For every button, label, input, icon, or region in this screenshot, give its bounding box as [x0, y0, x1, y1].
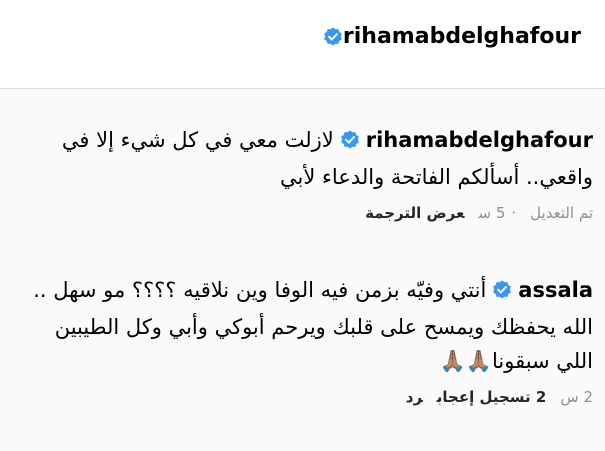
header-username[interactable]: rihamabdelghafour	[343, 24, 581, 49]
see-translation-button[interactable]: عرض الترجمة	[365, 204, 464, 222]
comment-username[interactable]: assala	[518, 278, 593, 302]
comment-item: rihamabdelghafourلازلت معي في كل شيء إلا…	[18, 123, 593, 222]
post-header: rihamabdelghafour	[0, 0, 605, 89]
meta-separator: ·	[511, 204, 517, 222]
comment-meta: 2 س 2 تسجيل إعجاب رد	[18, 388, 593, 406]
comment-username[interactable]: rihamabdelghafour	[366, 128, 593, 152]
verified-badge-icon	[340, 126, 360, 160]
likes-count[interactable]: 2 تسجيل إعجاب	[437, 388, 547, 406]
comment-body: rihamabdelghafourلازلت معي في كل شيء إلا…	[18, 123, 593, 194]
verified-badge-icon	[492, 276, 512, 310]
reply-button[interactable]: رد	[406, 388, 423, 406]
comment-item: assalaأنتي وفيّه بزمن فيه الوفا وين نلاق…	[18, 273, 593, 406]
verified-badge-icon	[323, 27, 343, 47]
edited-label: تم التعديل	[530, 204, 593, 222]
comment-time[interactable]: 2 س	[560, 388, 593, 406]
comment-body: assalaأنتي وفيّه بزمن فيه الوفا وين نلاق…	[18, 273, 593, 378]
comments-section: rihamabdelghafourلازلت معي في كل شيء إلا…	[0, 89, 605, 451]
comment-meta: تم التعديل · 5 س عرض الترجمة	[18, 204, 593, 222]
comment-time[interactable]: 5 س	[478, 204, 505, 222]
header-user[interactable]: rihamabdelghafour	[315, 24, 581, 49]
